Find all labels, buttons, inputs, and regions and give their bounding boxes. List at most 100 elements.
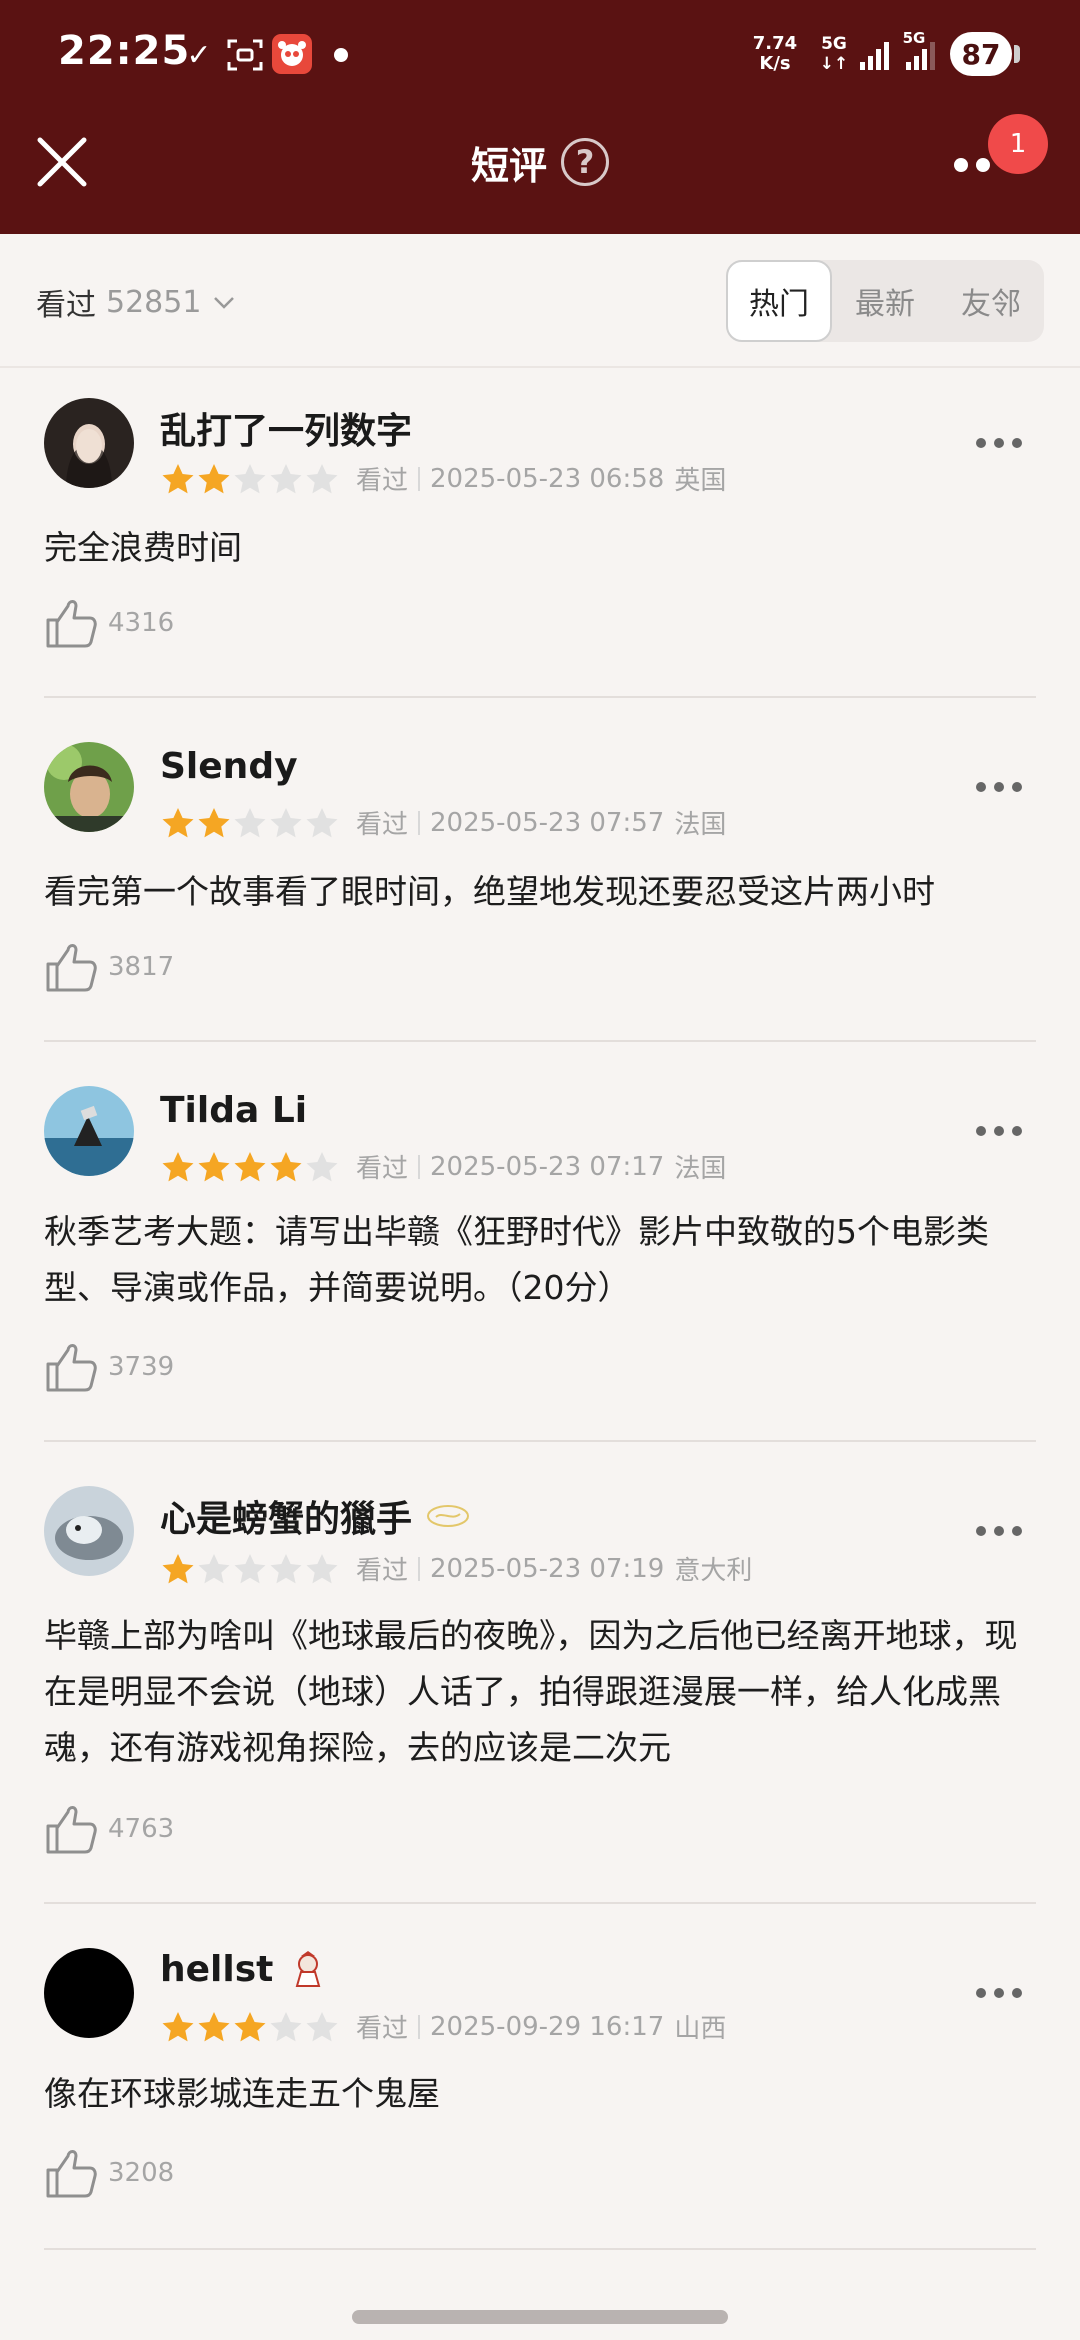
like-button[interactable]: 3208 <box>44 2146 174 2200</box>
user-badge-icon <box>427 1505 470 1527</box>
meta-divider <box>418 466 421 491</box>
meta-divider <box>418 1154 421 1179</box>
comment-location: 法国 <box>674 810 727 840</box>
comment-meta: 看过 2025-05-23 07:57 法国 <box>160 804 726 841</box>
username[interactable]: 乱打了一列数字 <box>160 402 412 454</box>
avatar[interactable] <box>44 398 134 488</box>
star-filled-icon <box>162 1553 194 1583</box>
watch-status: 看过 <box>356 810 409 840</box>
net-speed-value: 7.74 <box>752 33 798 54</box>
comment-item: 心是螃蟹的獵手 看过 2025-05-23 07:19 意大利 毕赣上部为啥叫《地球… <box>44 1442 1036 1904</box>
like-button[interactable]: 3817 <box>44 940 174 994</box>
like-count: 4763 <box>108 1814 175 1844</box>
star-empty-icon <box>234 463 266 493</box>
comment-datetime: 2025-05-23 07:57 <box>430 807 665 838</box>
star-empty-icon <box>270 463 302 493</box>
like-count: 3208 <box>108 2158 175 2188</box>
more-dots-icon[interactable] <box>976 782 1022 796</box>
network-type-1: 5G ↓↑ <box>814 34 854 74</box>
tab-friends[interactable]: 友邻 <box>938 260 1044 342</box>
comment-datetime: 2025-05-23 06:58 <box>430 463 665 494</box>
thumbs-up-icon <box>46 600 97 648</box>
star-empty-icon <box>234 1553 266 1583</box>
scan-icon <box>226 36 264 74</box>
user-badge-icon <box>296 1951 321 1987</box>
username-text: Tilda Li <box>160 1090 308 1131</box>
thumbs-up-icon <box>46 1806 97 1854</box>
signal-icon <box>906 42 935 70</box>
like-button[interactable]: 4763 <box>44 1802 174 1856</box>
star-filled-icon <box>162 2011 194 2041</box>
comment-text: 完全浪费时间 <box>44 528 242 567</box>
watch-status: 看过 <box>356 2014 409 2044</box>
username-text: 乱打了一列数字 <box>160 411 413 452</box>
comment-text: 毕赣上部为啥叫《地球最后的夜晚》，因为之后他已经离开地球，现在是明显不会说（地球… <box>44 1616 1018 1767</box>
tab-latest[interactable]: 最新 <box>832 260 938 342</box>
watched-label: 看过 <box>36 288 96 323</box>
more-dots-icon[interactable] <box>976 1126 1022 1140</box>
avatar[interactable] <box>44 742 134 832</box>
star-filled-icon <box>198 463 230 493</box>
star-filled-icon <box>162 807 194 837</box>
star-filled-icon <box>234 2011 266 2041</box>
filter-bar: 看过 52851 热门 最新 友邻 <box>0 234 1080 368</box>
watched-filter-dropdown[interactable]: 看过 52851 <box>36 280 235 324</box>
more-dots-icon[interactable] <box>976 1988 1022 2002</box>
help-icon[interactable]: ? <box>561 138 609 186</box>
comment-location: 英国 <box>674 466 727 496</box>
check-icon: ✓ <box>186 37 212 73</box>
rating-stars <box>160 806 340 840</box>
avatar[interactable] <box>44 1086 134 1176</box>
status-bar: 22:25 ✓ 7.74 K/s 5G ↓↑ 5G 87 <box>0 0 1080 110</box>
like-button[interactable]: 4316 <box>44 596 174 650</box>
status-time: 22:25 <box>58 28 191 74</box>
like-button[interactable]: 3739 <box>44 1340 174 1394</box>
signal-icon <box>860 42 889 70</box>
more-dots-icon[interactable] <box>976 438 1022 452</box>
comment-item: Tilda Li 看过 2025-05-23 07:17 法国 秋季艺考大题：请写出… <box>44 1042 1036 1442</box>
more-dots-icon[interactable] <box>976 1526 1022 1540</box>
more-icon <box>954 158 968 172</box>
comment-meta: 看过 2025-05-23 07:17 法国 <box>160 1148 726 1185</box>
star-filled-icon <box>162 1151 194 1181</box>
username[interactable]: Tilda Li <box>160 1090 307 1131</box>
comment-list: 乱打了一列数字 看过 2025-05-23 06:58 英国 完全浪费时间 4316… <box>0 368 1080 2250</box>
star-empty-icon <box>306 1553 338 1583</box>
watch-status: 看过 <box>356 1556 409 1586</box>
meta-divider <box>418 2014 421 2039</box>
username[interactable]: Slendy <box>160 746 298 787</box>
avatar[interactable] <box>44 1948 134 2038</box>
watched-count: 52851 <box>106 284 202 320</box>
username[interactable]: hellst <box>160 1948 329 1990</box>
comment-datetime: 2025-05-23 07:19 <box>430 1553 665 1584</box>
comment-meta: 看过 2025-09-29 16:17 山西 <box>160 2008 726 2045</box>
star-filled-icon <box>198 1151 230 1181</box>
net-speed: 7.74 K/s <box>748 34 802 74</box>
chevron-down-icon <box>214 297 235 309</box>
home-indicator[interactable] <box>352 2310 728 2324</box>
comment-text: 看完第一个故事看了眼时间，绝望地发现还要忍受这片两小时 <box>44 872 935 911</box>
network-label-1: 5G <box>821 34 847 54</box>
star-empty-icon <box>234 807 266 837</box>
avatar[interactable] <box>44 1486 134 1576</box>
updown-arrows-icon: ↓↑ <box>819 54 849 74</box>
username-text: 心是螃蟹的獵手 <box>160 1499 413 1540</box>
star-filled-icon <box>162 463 194 493</box>
star-empty-icon <box>306 807 338 837</box>
comment-meta: 看过 2025-05-23 07:19 意大利 <box>160 1550 752 1587</box>
thumbs-up-icon <box>46 2150 97 2198</box>
star-empty-icon <box>270 1553 302 1583</box>
comment-datetime: 2025-05-23 07:17 <box>430 1151 665 1182</box>
comment-location: 山西 <box>674 2014 727 2044</box>
app-header: 22:25 ✓ 7.74 K/s 5G ↓↑ 5G 87 短评 ? 1 <box>0 0 1080 234</box>
net-speed-unit: K/s <box>759 53 791 74</box>
tab-hot[interactable]: 热门 <box>726 260 832 342</box>
star-filled-icon <box>234 1151 266 1181</box>
notification-badge[interactable]: 1 <box>988 114 1048 174</box>
comment-text: 像在环球影城连走五个鬼屋 <box>44 2074 440 2113</box>
comment-meta-text: 看过 2025-05-23 06:58 英国 <box>356 460 726 497</box>
watch-status: 看过 <box>356 466 409 496</box>
comment-meta-text: 看过 2025-05-23 07:19 意大利 <box>356 1550 752 1587</box>
more-icon <box>976 158 990 172</box>
username[interactable]: 心是螃蟹的獵手 <box>160 1490 470 1542</box>
